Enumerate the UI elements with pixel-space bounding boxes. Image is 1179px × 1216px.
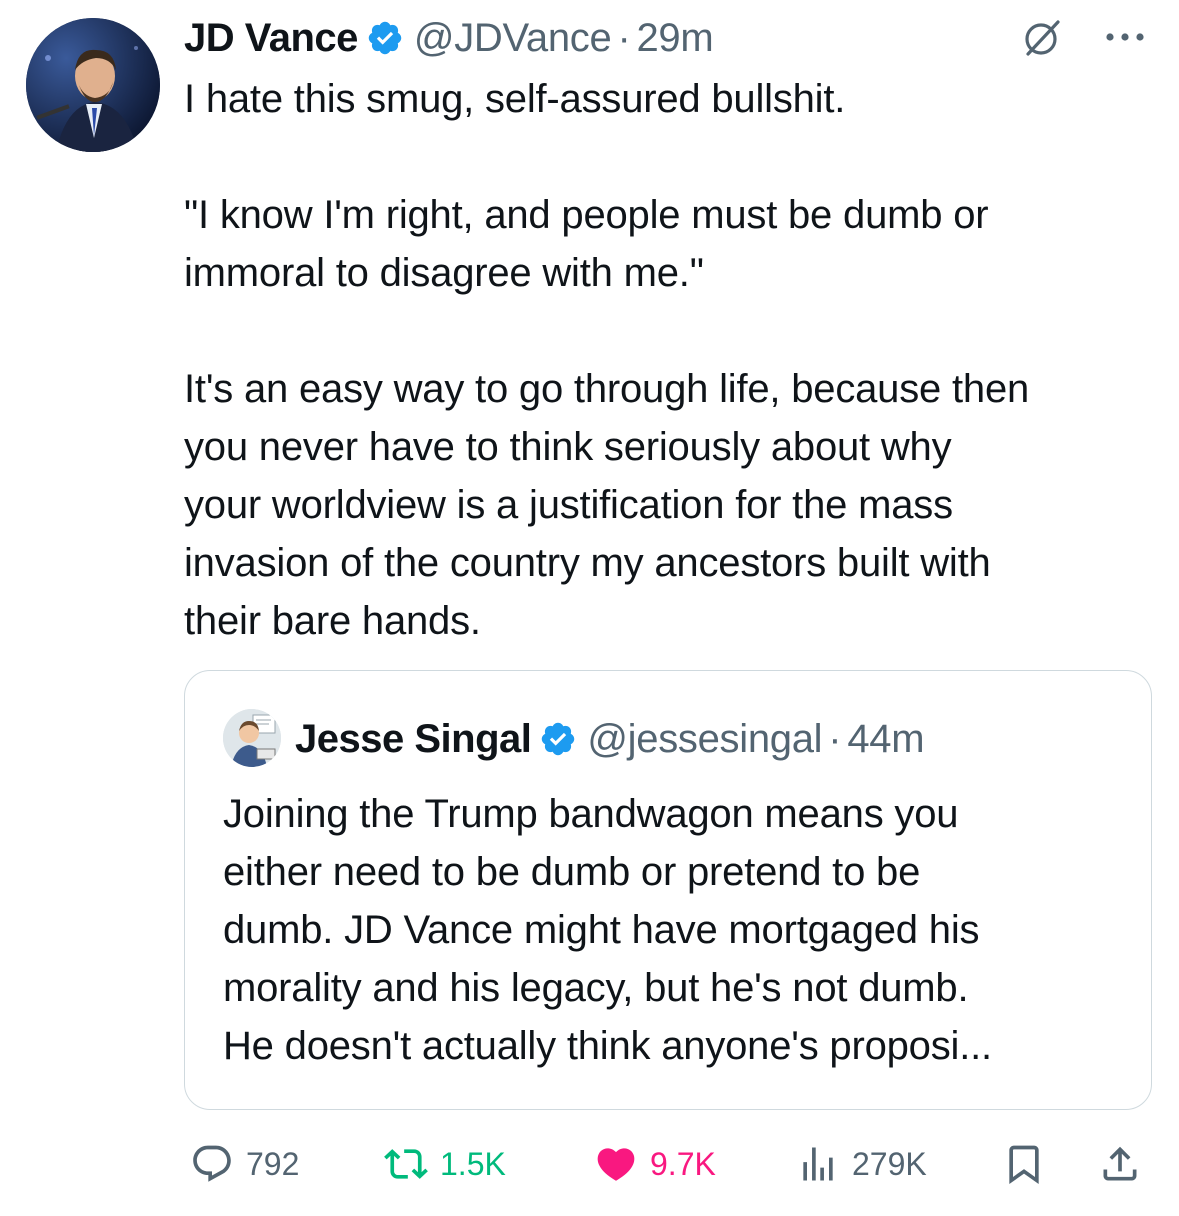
reply-count: 792: [246, 1145, 300, 1182]
views-button[interactable]: 279K: [796, 1136, 927, 1192]
quoted-author-name[interactable]: Jesse Singal: [295, 717, 532, 762]
quoted-tweet-line: He doesn't actually think anyone's propo…: [223, 1024, 992, 1068]
share-button[interactable]: [1098, 1136, 1142, 1192]
quoted-tweet-line: morality and his legacy, but he's not du…: [223, 966, 969, 1010]
bookmark-icon: [1009, 1145, 1039, 1185]
quoted-tweet-header: Jesse Singal @jessesingal · 44m: [295, 713, 925, 765]
like-icon: [597, 1148, 635, 1181]
action-bar: 792 1.5K 9.7K 279K: [184, 1136, 1152, 1192]
quoted-tweet-card[interactable]: Jesse Singal @jessesingal · 44m Joining …: [184, 670, 1152, 1110]
more-icon[interactable]: [1100, 22, 1150, 52]
tweet-line: invasion of the country my ancestors bui…: [184, 541, 991, 585]
verified-badge-icon: [539, 720, 577, 758]
author-handle[interactable]: @JDVance: [414, 16, 612, 61]
repost-button[interactable]: 1.5K: [384, 1136, 506, 1192]
quoted-tweet-line: dumb. JD Vance might have mortgaged his: [223, 908, 980, 952]
views-icon: [803, 1147, 833, 1181]
views-count: 279K: [852, 1145, 927, 1182]
reply-button[interactable]: 792: [190, 1136, 299, 1192]
tweet-line: "I know I'm right, and people must be du…: [184, 193, 989, 237]
tweet-text: I hate this smug, self-assured bullshit.…: [184, 70, 1164, 650]
tweet-line: you never have to think seriously about …: [184, 425, 952, 469]
quoted-tweet-line: Joining the Trump bandwagon means you: [223, 792, 959, 836]
share-icon: [1103, 1146, 1137, 1181]
reply-icon: [193, 1145, 231, 1182]
tweet-time[interactable]: 29m: [636, 16, 713, 61]
verified-badge-icon: [366, 19, 404, 57]
quoted-author-handle[interactable]: @jessesingal: [587, 717, 822, 762]
tweet-line: your worldview is a justification for th…: [184, 483, 953, 527]
separator-dot: ·: [617, 15, 631, 60]
author-avatar[interactable]: [26, 18, 160, 152]
repost-count: 1.5K: [440, 1145, 506, 1182]
quoted-tweet-text: Joining the Trump bandwagon means you ei…: [223, 785, 1123, 1075]
tweet-header: JD Vance @JDVance · 29m: [184, 14, 714, 62]
quoted-author-avatar[interactable]: [223, 709, 281, 767]
like-count: 9.7K: [650, 1145, 716, 1182]
separator-dot: ·: [828, 716, 842, 761]
bookmark-button[interactable]: [1002, 1136, 1046, 1192]
repost-icon: [384, 1149, 428, 1179]
tweet-line: I hate this smug, self-assured bullshit.: [184, 77, 846, 121]
author-name[interactable]: JD Vance: [184, 16, 358, 61]
grok-icon[interactable]: [1020, 16, 1064, 60]
tweet-line: their bare hands.: [184, 599, 481, 643]
quoted-tweet-time[interactable]: 44m: [847, 717, 924, 762]
quoted-tweet-line: either need to be dumb or pretend to be: [223, 850, 921, 894]
tweet-line: immoral to disagree with me.": [184, 251, 704, 295]
tweet-line: It's an easy way to go through life, bec…: [184, 367, 1030, 411]
like-button[interactable]: 9.7K: [594, 1136, 716, 1192]
